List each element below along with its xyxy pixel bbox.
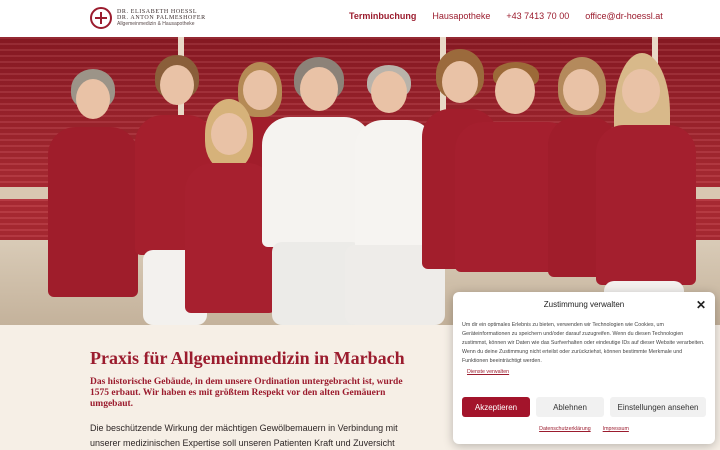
nav-terminbuchung[interactable]: Terminbuchung (349, 11, 416, 21)
nav-phone-link[interactable]: +43 7413 70 00 (506, 11, 569, 21)
site-header: DR. ELISABETH HOESSL DR. ANTON PALMESHOF… (0, 0, 720, 37)
deny-button[interactable]: Ablehnen (536, 397, 604, 417)
page-title: Praxis für Allgemeinmedizin in Marbach (90, 348, 405, 368)
nav-email-link[interactable]: office@dr-hoessl.at (585, 11, 663, 21)
medical-cross-logo-icon (90, 7, 112, 29)
main-navigation: Terminbuchung Hausapotheke +43 7413 70 0… (349, 11, 663, 21)
cookie-consent-dialog: Zustimmung verwalten ✕ Um dir ein optima… (453, 292, 715, 444)
intro-lead: Das historische Gebäude, in dem unsere O… (90, 377, 403, 409)
view-settings-button[interactable]: Einstellungen ansehen (610, 397, 706, 417)
team-member (48, 69, 138, 325)
nav-hausapotheke[interactable]: Hausapotheke (432, 11, 490, 21)
imprint-link[interactable]: Impressum (603, 426, 629, 432)
logo-subtitle: Allgemeinmedizin & Hausapotheke (117, 21, 195, 27)
intro-body: Die beschützende Wirkung der mächtigen G… (90, 423, 398, 448)
practice-logo[interactable]: DR. ELISABETH HOESSL DR. ANTON PALMESHOF… (90, 7, 206, 29)
accept-button[interactable]: Akzeptieren (462, 397, 530, 417)
consent-description: Um dir ein optimales Erlebnis zu bieten,… (462, 322, 705, 364)
team-member (590, 53, 700, 325)
hero-team-photo (0, 37, 720, 325)
manage-services-link[interactable]: Dienste verwalten (467, 369, 509, 375)
close-icon[interactable]: ✕ (696, 298, 706, 312)
consent-title: Zustimmung verwalten (543, 300, 625, 309)
privacy-policy-link[interactable]: Datenschutzerklärung (539, 426, 591, 432)
consent-footer: Datenschutzerklärung Impressum (453, 426, 715, 432)
logo-text: DR. ELISABETH HOESSL DR. ANTON PALMESHOF… (117, 9, 206, 27)
intro-section: Praxis für Allgemeinmedizin in Marbach D… (90, 348, 420, 450)
